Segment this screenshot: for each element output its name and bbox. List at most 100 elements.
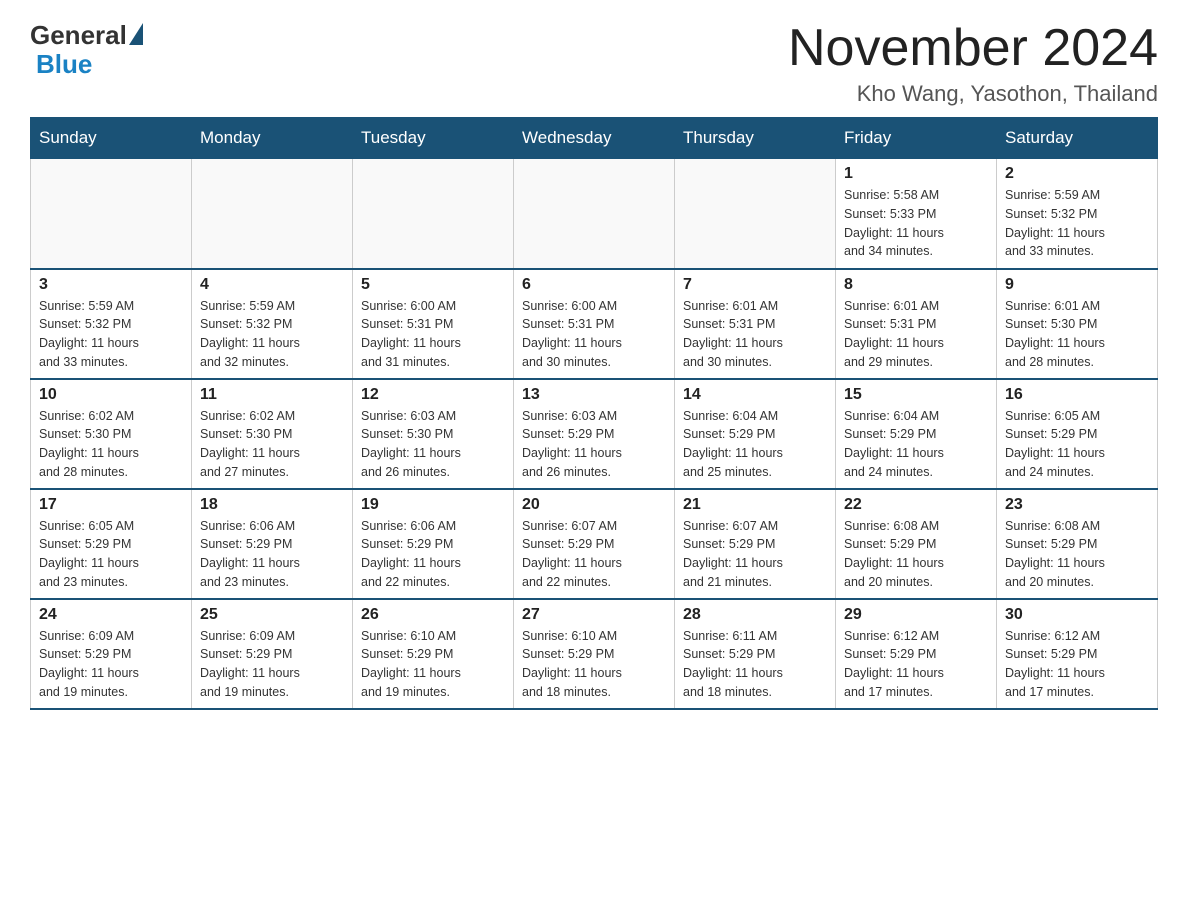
- day-number: 13: [522, 386, 666, 404]
- day-info: Sunrise: 6:00 AMSunset: 5:31 PMDaylight:…: [522, 297, 666, 372]
- calendar-cell: 11 Sunrise: 6:02 AMSunset: 5:30 PMDayligh…: [192, 379, 353, 489]
- calendar-cell: 14Sunrise: 6:04 AMSunset: 5:29 PMDayligh…: [675, 379, 836, 489]
- day-number: 21: [683, 496, 827, 514]
- day-info: Sunrise: 6:09 AMSunset: 5:29 PMDaylight:…: [39, 627, 183, 702]
- day-number: 29: [844, 606, 988, 624]
- day-number: 6: [522, 276, 666, 294]
- header-friday: Friday: [836, 118, 997, 159]
- logo-triangle-icon: [129, 23, 143, 45]
- day-number: 5: [361, 276, 505, 294]
- day-number: 20: [522, 496, 666, 514]
- location-title: Kho Wang, Yasothon, Thailand: [788, 81, 1158, 107]
- day-info: Sunrise: 6:08 AMSunset: 5:29 PMDaylight:…: [844, 517, 988, 592]
- day-info: Sunrise: 6:04 AMSunset: 5:29 PMDaylight:…: [844, 407, 988, 482]
- day-number: 14: [683, 386, 827, 404]
- day-info: Sunrise: 6:06 AMSunset: 5:29 PMDaylight:…: [361, 517, 505, 592]
- day-number: 25: [200, 606, 344, 624]
- calendar-table: Sunday Monday Tuesday Wednesday Thursday…: [30, 117, 1158, 710]
- day-info: Sunrise: 6:11 AMSunset: 5:29 PMDaylight:…: [683, 627, 827, 702]
- calendar-week-row: 10Sunrise: 6:02 AMSunset: 5:30 PMDayligh…: [31, 379, 1158, 489]
- calendar-week-row: 17 Sunrise: 6:05 AMSunset: 5:29 PMDayligh…: [31, 489, 1158, 599]
- day-info: Sunrise: 6:01 AMSunset: 5:30 PMDaylight:…: [1005, 297, 1149, 372]
- day-number: 26: [361, 606, 505, 624]
- day-number: 9: [1005, 276, 1149, 294]
- calendar-cell: 21 Sunrise: 6:07 AMSunset: 5:29 PMDayligh…: [675, 489, 836, 599]
- header-tuesday: Tuesday: [353, 118, 514, 159]
- day-number: 28: [683, 606, 827, 624]
- calendar-cell: 30 Sunrise: 6:12 AMSunset: 5:29 PMDayligh…: [997, 599, 1158, 709]
- calendar-cell: 25 Sunrise: 6:09 AMSunset: 5:29 PMDayligh…: [192, 599, 353, 709]
- calendar-cell: 18Sunrise: 6:06 AMSunset: 5:29 PMDayligh…: [192, 489, 353, 599]
- logo-blue-text: Blue: [36, 49, 92, 80]
- calendar-cell: 28 Sunrise: 6:11 AMSunset: 5:29 PMDayligh…: [675, 599, 836, 709]
- day-info: Sunrise: 6:07 AMSunset: 5:29 PMDaylight:…: [683, 517, 827, 592]
- day-info: Sunrise: 6:02 AMSunset: 5:30 PMDaylight:…: [39, 407, 183, 482]
- day-info: Sunrise: 6:08 AMSunset: 5:29 PMDaylight:…: [1005, 517, 1149, 592]
- day-number: 4: [200, 276, 344, 294]
- calendar-cell: 15 Sunrise: 6:04 AMSunset: 5:29 PMDayligh…: [836, 379, 997, 489]
- calendar-cell: 13 Sunrise: 6:03 AMSunset: 5:29 PMDayligh…: [514, 379, 675, 489]
- day-info: Sunrise: 6:02 AMSunset: 5:30 PMDaylight:…: [200, 407, 344, 482]
- day-info: Sunrise: 5:58 AMSunset: 5:33 PMDaylight:…: [844, 186, 988, 261]
- header-wednesday: Wednesday: [514, 118, 675, 159]
- calendar-cell: 4 Sunrise: 5:59 AMSunset: 5:32 PMDaylight…: [192, 269, 353, 379]
- day-info: Sunrise: 6:09 AMSunset: 5:29 PMDaylight:…: [200, 627, 344, 702]
- page-header: General Blue November 2024 Kho Wang, Yas…: [30, 20, 1158, 107]
- day-number: 11: [200, 386, 344, 404]
- day-number: 7: [683, 276, 827, 294]
- header-sunday: Sunday: [31, 118, 192, 159]
- day-info: Sunrise: 6:10 AMSunset: 5:29 PMDaylight:…: [522, 627, 666, 702]
- calendar-cell: 16Sunrise: 6:05 AMSunset: 5:29 PMDayligh…: [997, 379, 1158, 489]
- day-number: 30: [1005, 606, 1149, 624]
- logo: General Blue: [30, 20, 143, 80]
- day-info: Sunrise: 6:00 AMSunset: 5:31 PMDaylight:…: [361, 297, 505, 372]
- calendar-cell: 10Sunrise: 6:02 AMSunset: 5:30 PMDayligh…: [31, 379, 192, 489]
- calendar-cell: 1 Sunrise: 5:58 AMSunset: 5:33 PMDaylight…: [836, 159, 997, 269]
- day-number: 1: [844, 165, 988, 183]
- logo-general-text: General: [30, 20, 127, 51]
- weekday-header-row: Sunday Monday Tuesday Wednesday Thursday…: [31, 118, 1158, 159]
- calendar-cell: 27 Sunrise: 6:10 AMSunset: 5:29 PMDayligh…: [514, 599, 675, 709]
- month-title: November 2024: [788, 20, 1158, 77]
- calendar-cell: 26 Sunrise: 6:10 AMSunset: 5:29 PMDayligh…: [353, 599, 514, 709]
- day-number: 17: [39, 496, 183, 514]
- day-number: 16: [1005, 386, 1149, 404]
- calendar-cell: [353, 159, 514, 269]
- calendar-cell: [192, 159, 353, 269]
- day-info: Sunrise: 5:59 AMSunset: 5:32 PMDaylight:…: [39, 297, 183, 372]
- day-number: 8: [844, 276, 988, 294]
- calendar-cell: [675, 159, 836, 269]
- day-number: 24: [39, 606, 183, 624]
- day-info: Sunrise: 6:01 AMSunset: 5:31 PMDaylight:…: [683, 297, 827, 372]
- day-info: Sunrise: 6:03 AMSunset: 5:29 PMDaylight:…: [522, 407, 666, 482]
- day-number: 15: [844, 386, 988, 404]
- day-info: Sunrise: 6:05 AMSunset: 5:29 PMDaylight:…: [39, 517, 183, 592]
- day-info: Sunrise: 6:12 AMSunset: 5:29 PMDaylight:…: [1005, 627, 1149, 702]
- calendar-week-row: 24 Sunrise: 6:09 AMSunset: 5:29 PMDayligh…: [31, 599, 1158, 709]
- calendar-cell: 24 Sunrise: 6:09 AMSunset: 5:29 PMDayligh…: [31, 599, 192, 709]
- day-info: Sunrise: 5:59 AMSunset: 5:32 PMDaylight:…: [200, 297, 344, 372]
- header-thursday: Thursday: [675, 118, 836, 159]
- day-number: 22: [844, 496, 988, 514]
- day-info: Sunrise: 6:01 AMSunset: 5:31 PMDaylight:…: [844, 297, 988, 372]
- title-block: November 2024 Kho Wang, Yasothon, Thaila…: [788, 20, 1158, 107]
- calendar-cell: 6 Sunrise: 6:00 AMSunset: 5:31 PMDaylight…: [514, 269, 675, 379]
- day-info: Sunrise: 6:12 AMSunset: 5:29 PMDaylight:…: [844, 627, 988, 702]
- day-info: Sunrise: 6:07 AMSunset: 5:29 PMDaylight:…: [522, 517, 666, 592]
- calendar-cell: 17 Sunrise: 6:05 AMSunset: 5:29 PMDayligh…: [31, 489, 192, 599]
- day-info: Sunrise: 5:59 AMSunset: 5:32 PMDaylight:…: [1005, 186, 1149, 261]
- calendar-week-row: 3 Sunrise: 5:59 AMSunset: 5:32 PMDaylight…: [31, 269, 1158, 379]
- day-info: Sunrise: 6:03 AMSunset: 5:30 PMDaylight:…: [361, 407, 505, 482]
- calendar-cell: 8 Sunrise: 6:01 AMSunset: 5:31 PMDaylight…: [836, 269, 997, 379]
- day-number: 2: [1005, 165, 1149, 183]
- calendar-cell: 7 Sunrise: 6:01 AMSunset: 5:31 PMDaylight…: [675, 269, 836, 379]
- day-number: 3: [39, 276, 183, 294]
- calendar-cell: 12Sunrise: 6:03 AMSunset: 5:30 PMDayligh…: [353, 379, 514, 489]
- day-number: 19: [361, 496, 505, 514]
- header-monday: Monday: [192, 118, 353, 159]
- day-number: 27: [522, 606, 666, 624]
- calendar-cell: 9 Sunrise: 6:01 AMSunset: 5:30 PMDaylight…: [997, 269, 1158, 379]
- header-saturday: Saturday: [997, 118, 1158, 159]
- day-info: Sunrise: 6:10 AMSunset: 5:29 PMDaylight:…: [361, 627, 505, 702]
- calendar-cell: [514, 159, 675, 269]
